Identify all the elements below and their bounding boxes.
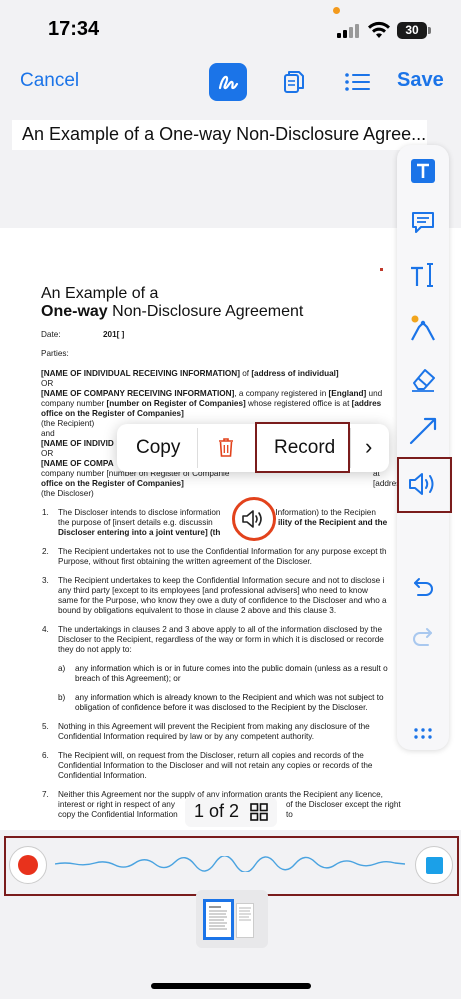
copy-menu-item[interactable]: Copy bbox=[136, 437, 180, 459]
redo-button[interactable] bbox=[405, 620, 441, 656]
privacy-indicator-dot bbox=[333, 7, 340, 14]
trash-icon[interactable] bbox=[216, 436, 236, 458]
doc-heading-line2: One-way Non-Disclosure Agreement bbox=[41, 303, 304, 320]
thumbnail-text-lines bbox=[209, 906, 227, 930]
party-2-line2: company number [number on Register of Co… bbox=[41, 399, 382, 408]
pen-icon bbox=[411, 315, 435, 341]
grid-view-icon[interactable] bbox=[250, 803, 268, 821]
undo-icon bbox=[414, 578, 433, 596]
sub-text: obligation of confidence before it was d… bbox=[75, 703, 368, 712]
clause-text: Purpose, without first obtaining the wri… bbox=[58, 557, 312, 566]
redo-icon bbox=[413, 628, 432, 646]
line-icon bbox=[409, 417, 437, 445]
clause-number: 2. bbox=[42, 547, 49, 556]
clause-text: any third party [except to its employees… bbox=[58, 586, 368, 595]
comment-tool[interactable] bbox=[405, 204, 441, 240]
sub-label: b) bbox=[58, 693, 66, 702]
menu-divider bbox=[197, 428, 198, 468]
sub-text: breach of this Agreement); or bbox=[75, 674, 181, 683]
clause-text: Confidential Information required by law… bbox=[58, 732, 315, 741]
clause-text: The Recipient will, on request from the … bbox=[58, 751, 364, 760]
document-title-field[interactable]: An Example of a One-way Non-Disclosure A… bbox=[12, 120, 427, 150]
record-dot-icon bbox=[18, 855, 38, 875]
more-icon bbox=[414, 728, 432, 739]
record-button[interactable] bbox=[9, 846, 47, 884]
cellular-signal-icon bbox=[337, 24, 361, 38]
status-time: 17:34 bbox=[48, 18, 100, 40]
comment-icon bbox=[412, 212, 434, 233]
eraser-icon bbox=[412, 369, 435, 392]
sign-icon bbox=[218, 75, 239, 90]
clause-number: 1. bbox=[42, 508, 49, 517]
eraser-tool[interactable] bbox=[405, 361, 441, 397]
undo-button[interactable] bbox=[405, 570, 441, 606]
party-1: [NAME OF INDIVIDUAL RECEIVING INFORMATIO… bbox=[41, 369, 339, 378]
text-box-tool[interactable] bbox=[405, 153, 441, 189]
parties-label: Parties: bbox=[41, 349, 69, 358]
clause-text: the purpose of [insert details e.g. disc… bbox=[58, 518, 388, 527]
record-highlight-box bbox=[255, 422, 350, 473]
party-4-line3: office on the Register of Companies] bbox=[41, 479, 184, 488]
page-thumbnail-1[interactable] bbox=[203, 899, 234, 940]
clause-number: 3. bbox=[42, 576, 49, 585]
list-icon[interactable] bbox=[341, 66, 373, 98]
audio-annotation-marker[interactable] bbox=[232, 497, 276, 541]
red-annotation-mark bbox=[380, 268, 383, 271]
clause-number: 6. bbox=[42, 751, 49, 760]
text-cursor-icon bbox=[411, 263, 433, 287]
clause-text: Discloser entering into a joint venture]… bbox=[58, 528, 261, 537]
pages-icon[interactable] bbox=[277, 66, 309, 98]
text-box-icon bbox=[411, 159, 435, 183]
audio-tool-highlight-box bbox=[397, 457, 452, 513]
clause-text: The Recipient undertakes not to use the … bbox=[58, 547, 387, 556]
stop-square-icon bbox=[425, 856, 443, 874]
clause-text: Confidential Information. bbox=[58, 771, 147, 780]
menu-divider bbox=[350, 428, 351, 468]
speaker-icon bbox=[242, 510, 262, 528]
pen-tool[interactable] bbox=[405, 309, 441, 345]
party-2: [NAME OF COMPANY RECEIVING INFORMATION],… bbox=[41, 389, 383, 398]
party-2-line3: office on the Register of Companies] bbox=[41, 409, 184, 418]
clause-text: Nothing in this Agreement will prevent t… bbox=[58, 722, 370, 731]
discloser-label: (the Discloser) bbox=[41, 489, 94, 498]
text-insert-tool[interactable] bbox=[405, 257, 441, 293]
clause-text: they do not apply to: bbox=[58, 645, 132, 654]
clause-text: The Discloser intends to disclose inform… bbox=[58, 508, 376, 517]
battery-cap bbox=[428, 27, 431, 34]
line-tool[interactable] bbox=[405, 413, 441, 449]
clause-number: 4. bbox=[42, 625, 49, 634]
cancel-button[interactable]: Cancel bbox=[20, 70, 79, 92]
doc-heading-line1: An Example of a bbox=[41, 285, 159, 302]
sub-text: any information which is already known t… bbox=[75, 693, 384, 702]
save-button[interactable]: Save bbox=[397, 69, 444, 92]
clause-text: Confidential Information to the Disclose… bbox=[58, 761, 373, 770]
or-1: OR bbox=[41, 379, 54, 388]
sub-label: a) bbox=[58, 664, 66, 673]
thumbnail-text-lines bbox=[239, 907, 251, 921]
home-indicator bbox=[151, 983, 311, 989]
clause-text: Discloser to the Recipient, regardless o… bbox=[58, 635, 384, 644]
page-indicator-text: 1 of 2 bbox=[194, 801, 240, 821]
clause-number: 5. bbox=[42, 722, 49, 731]
sub-text: any information which is or in future co… bbox=[75, 664, 388, 673]
more-menu-item[interactable]: › bbox=[365, 434, 372, 460]
sign-button[interactable] bbox=[209, 63, 247, 101]
stop-button[interactable] bbox=[415, 846, 453, 884]
clause-text: The Recipient undertakes to keep the Con… bbox=[58, 576, 385, 585]
audio-waveform bbox=[55, 856, 405, 872]
date-line: Date: 201[ ] bbox=[41, 330, 125, 339]
battery-indicator: 30 bbox=[397, 22, 427, 39]
page-thumbnail-2[interactable] bbox=[236, 903, 254, 938]
more-tools-button[interactable] bbox=[405, 716, 441, 752]
clause-text: bound by obligations equivalent to those… bbox=[58, 606, 337, 615]
clause-text: The undertakings in clauses 2 and 3 abov… bbox=[58, 625, 383, 634]
wifi-icon bbox=[368, 21, 390, 38]
clause-number: 7. bbox=[42, 790, 49, 799]
clause-text: same for the Purpose, who know they owe … bbox=[58, 596, 387, 605]
